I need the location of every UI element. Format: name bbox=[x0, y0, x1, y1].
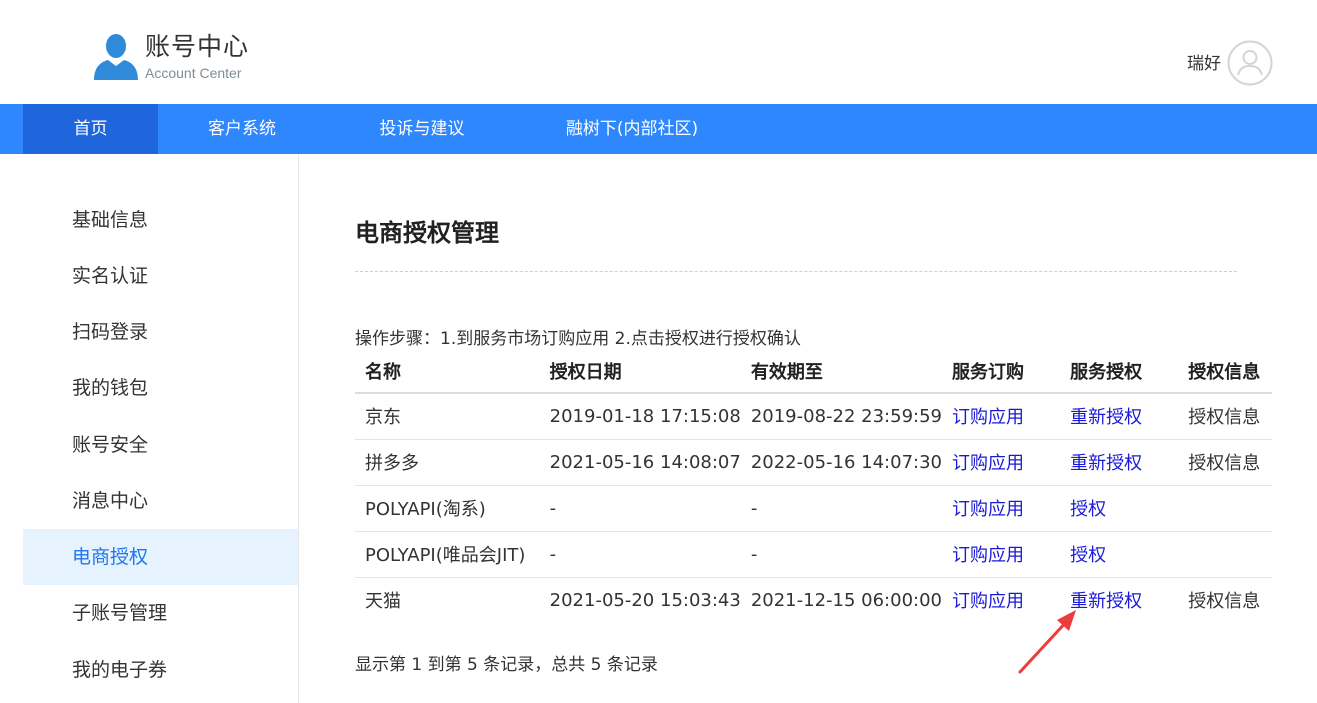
cell-expire: - bbox=[740, 531, 942, 578]
table-row: 拼多多 2021-05-16 14:08:07 2022-05-16 14:07… bbox=[355, 439, 1272, 486]
col-header-auth[interactable]: 服务授权 bbox=[1060, 349, 1179, 394]
cell-name: 京东 bbox=[355, 393, 540, 440]
nav-complaints[interactable]: 投诉与建议 bbox=[356, 104, 488, 154]
sidebar-item-security[interactable]: 账号安全 bbox=[23, 417, 298, 473]
order-app-link[interactable]: 订购应用 bbox=[942, 439, 1061, 486]
username[interactable]: 瑞好 bbox=[1187, 49, 1221, 74]
sidebar-item-wallet[interactable]: 我的钱包 bbox=[23, 360, 298, 416]
sidebar: 基础信息 实名认证 扫码登录 我的钱包 账号安全 消息中心 电商授权 子账号管理… bbox=[0, 154, 299, 703]
user-circle-icon[interactable] bbox=[1227, 40, 1273, 86]
header: 账号中心 Account Center 瑞好 bbox=[0, 0, 1317, 104]
reauthorize-link[interactable]: 重新授权 bbox=[1060, 439, 1179, 486]
authorize-link[interactable]: 授权 bbox=[1060, 531, 1179, 578]
cell-auth-date: 2021-05-16 14:08:07 bbox=[539, 439, 741, 486]
cell-expire: 2022-05-16 14:07:30 bbox=[740, 439, 942, 486]
app-title: 账号中心 bbox=[145, 32, 250, 61]
user-menu[interactable]: 瑞好 bbox=[1187, 40, 1273, 86]
cell-name: POLYAPI(淘系) bbox=[355, 485, 540, 532]
red-arrow-annotation bbox=[1018, 610, 1076, 674]
col-header-auth-date[interactable]: 授权日期 bbox=[539, 349, 741, 394]
cell-auth-date: - bbox=[539, 485, 741, 532]
cell-expire: - bbox=[740, 485, 942, 532]
page-title: 电商授权管理 bbox=[355, 219, 499, 247]
instruction-steps: 操作步骤：1.到服务市场订购应用 2.点击授权进行授权确认 bbox=[355, 329, 801, 349]
cell-auth-info[interactable]: 授权信息 bbox=[1178, 393, 1272, 440]
cell-name: POLYAPI(唯品会JIT) bbox=[355, 531, 540, 578]
cell-auth-date: - bbox=[539, 531, 741, 578]
cell-auth-date: 2021-05-20 15:03:43 bbox=[549, 589, 741, 611]
table-row: 京东 2019-01-18 17:15:08 2019-08-22 23:59:… bbox=[355, 393, 1272, 440]
app-subtitle: Account Center bbox=[145, 65, 242, 81]
sidebar-item-real-name[interactable]: 实名认证 bbox=[23, 248, 298, 304]
sidebar-item-messages[interactable]: 消息中心 bbox=[23, 473, 298, 529]
order-app-link[interactable]: 订购应用 bbox=[942, 531, 1061, 578]
cell-auth-info bbox=[1178, 531, 1272, 578]
authorize-link[interactable]: 授权 bbox=[1060, 485, 1179, 532]
table-row: 天猫 2021-05-20 15:03:43 2021-12-15 06:00:… bbox=[355, 577, 1272, 623]
cell-name: 天猫 bbox=[365, 591, 401, 613]
col-header-name[interactable]: 名称 bbox=[355, 349, 540, 394]
nav-internal-community[interactable]: 融树下(内部社区) bbox=[548, 104, 716, 154]
col-header-expire[interactable]: 有效期至 bbox=[740, 349, 942, 394]
sidebar-item-sub-accounts[interactable]: 子账号管理 bbox=[23, 585, 298, 641]
table-row: POLYAPI(淘系) - - 订购应用 授权 bbox=[355, 485, 1272, 532]
table-header-row: 名称 授权日期 有效期至 服务订购 服务授权 授权信息 bbox=[355, 349, 1272, 394]
sidebar-item-e-coupons[interactable]: 我的电子券 bbox=[23, 642, 298, 698]
cell-auth-info[interactable]: 授权信息 bbox=[1178, 577, 1272, 623]
cell-auth-date: 2019-01-18 17:15:08 bbox=[539, 393, 741, 440]
top-nav: 首页 客户系统 投诉与建议 融树下(内部社区) bbox=[0, 104, 1317, 154]
cell-auth-info bbox=[1178, 485, 1272, 532]
table-row: POLYAPI(唯品会JIT) - - 订购应用 授权 bbox=[355, 531, 1272, 578]
col-header-info[interactable]: 授权信息 bbox=[1178, 349, 1272, 394]
logo[interactable]: 账号中心 Account Center bbox=[92, 30, 292, 84]
user-silhouette-icon bbox=[94, 34, 138, 80]
col-header-order[interactable]: 服务订购 bbox=[942, 349, 1061, 394]
sidebar-item-basic-info[interactable]: 基础信息 bbox=[23, 192, 298, 248]
nav-customer-system[interactable]: 客户系统 bbox=[178, 104, 306, 154]
record-count: 显示第 1 到第 5 条记录，总共 5 条记录 bbox=[355, 655, 658, 675]
title-divider bbox=[355, 271, 1237, 272]
auth-table: 名称 授权日期 有效期至 服务订购 服务授权 授权信息 京东 2019-01-1… bbox=[355, 349, 1272, 623]
order-app-link[interactable]: 订购应用 bbox=[942, 393, 1061, 440]
cell-auth-info[interactable]: 授权信息 bbox=[1178, 439, 1272, 486]
cell-name: 拼多多 bbox=[355, 439, 540, 486]
order-app-link[interactable]: 订购应用 bbox=[942, 485, 1061, 532]
sidebar-item-qr-login[interactable]: 扫码登录 bbox=[23, 304, 298, 360]
cell-expire: 2021-12-15 06:00:00 bbox=[750, 589, 942, 611]
sidebar-item-ecommerce-auth[interactable]: 电商授权 bbox=[23, 529, 298, 585]
reauthorize-link[interactable]: 重新授权 bbox=[1060, 393, 1179, 440]
cell-expire: 2019-08-22 23:59:59 bbox=[740, 393, 942, 440]
nav-home[interactable]: 首页 bbox=[23, 104, 158, 154]
